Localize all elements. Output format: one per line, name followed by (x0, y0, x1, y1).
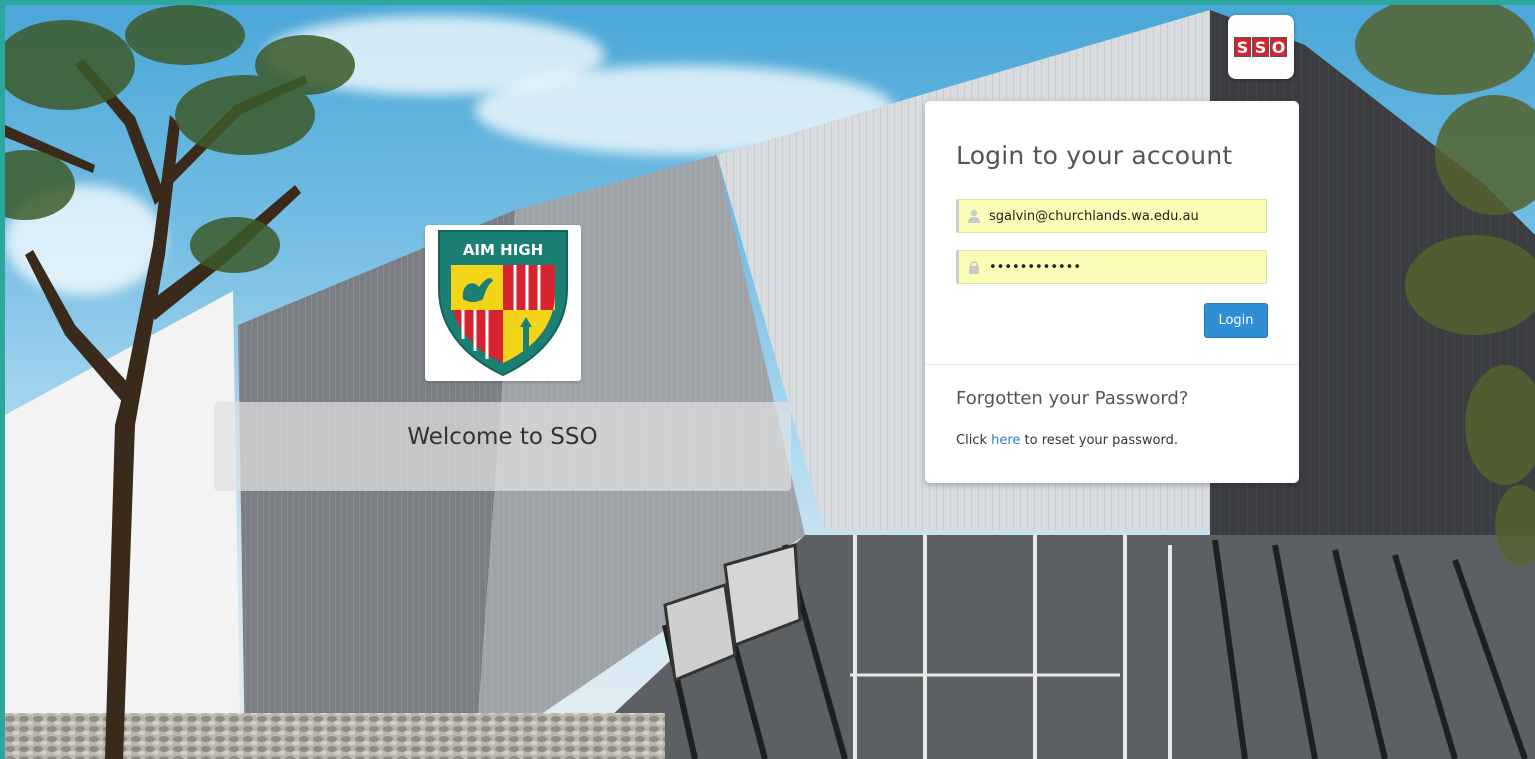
crest-motto: AIM HIGH (463, 241, 543, 259)
school-crest: AIM HIGH (425, 225, 581, 381)
sso-letter: S (1252, 37, 1269, 57)
welcome-panel: Welcome to SSO (214, 402, 791, 491)
sso-letter: O (1270, 37, 1287, 57)
forgot-password-text: Click here to reset your password. (956, 433, 1178, 448)
welcome-heading: Welcome to SSO (407, 424, 598, 450)
page-frame: S S O AIM HIGH Welcome to SSO Login to y… (5, 5, 1535, 759)
card-divider (925, 364, 1299, 365)
username-field[interactable] (956, 199, 1267, 233)
sso-logo-letters: S S O (1234, 37, 1287, 57)
user-icon (968, 209, 980, 223)
login-card: Login to your account Login Forgotten yo… (925, 101, 1299, 483)
forgot-text-after: to reset your password. (1020, 433, 1178, 448)
sso-logo-badge: S S O (1228, 15, 1294, 79)
password-field[interactable] (956, 250, 1267, 284)
sso-letter: S (1234, 37, 1251, 57)
forgot-password-title: Forgotten your Password? (956, 388, 1189, 409)
login-title: Login to your account (956, 141, 1233, 170)
forgot-text-before: Click (956, 433, 992, 448)
login-button[interactable]: Login (1204, 303, 1268, 338)
password-input[interactable] (989, 251, 1259, 283)
background-photo (5, 5, 1535, 759)
building-illustration (5, 5, 1535, 759)
crest-shield-icon: AIM HIGH (438, 230, 568, 377)
username-input[interactable] (989, 200, 1259, 232)
lock-icon (969, 261, 979, 274)
reset-password-link[interactable]: here (991, 433, 1020, 448)
